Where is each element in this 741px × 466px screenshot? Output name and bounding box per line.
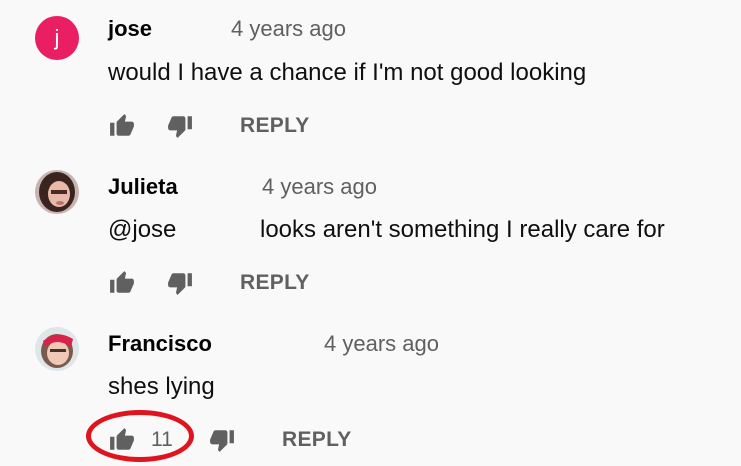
comment-text-row: @jose looks aren't something I really car… bbox=[108, 216, 665, 244]
reply-button[interactable]: REPLY bbox=[282, 428, 352, 452]
like-icon[interactable] bbox=[108, 270, 136, 296]
comment-author[interactable]: Julieta bbox=[108, 174, 178, 200]
dislike-icon[interactable] bbox=[166, 270, 194, 296]
comment-timestamp[interactable]: 4 years ago bbox=[262, 174, 377, 200]
highlight-circle bbox=[86, 410, 194, 462]
like-icon[interactable] bbox=[108, 113, 136, 139]
comment-text: looks aren't something I really care for bbox=[260, 216, 665, 243]
reply-button[interactable]: REPLY bbox=[240, 114, 310, 138]
avatar-letter: j bbox=[54, 25, 60, 50]
avatar[interactable]: j bbox=[35, 16, 79, 60]
comment-author[interactable]: jose bbox=[108, 16, 152, 42]
comment-text: shes lying bbox=[108, 373, 215, 400]
dislike-icon[interactable] bbox=[208, 427, 236, 453]
comment-author[interactable]: Francisco bbox=[108, 331, 212, 357]
comment-mention-link[interactable]: @jose bbox=[108, 216, 260, 244]
comment-timestamp[interactable]: 4 years ago bbox=[324, 331, 439, 357]
comment-text: would I have a chance if I'm not good lo… bbox=[108, 59, 587, 86]
reply-button[interactable]: REPLY bbox=[240, 271, 310, 295]
avatar[interactable] bbox=[35, 170, 79, 214]
dislike-icon[interactable] bbox=[166, 113, 194, 139]
comment-timestamp[interactable]: 4 years ago bbox=[231, 16, 346, 42]
avatar[interactable] bbox=[35, 327, 79, 371]
